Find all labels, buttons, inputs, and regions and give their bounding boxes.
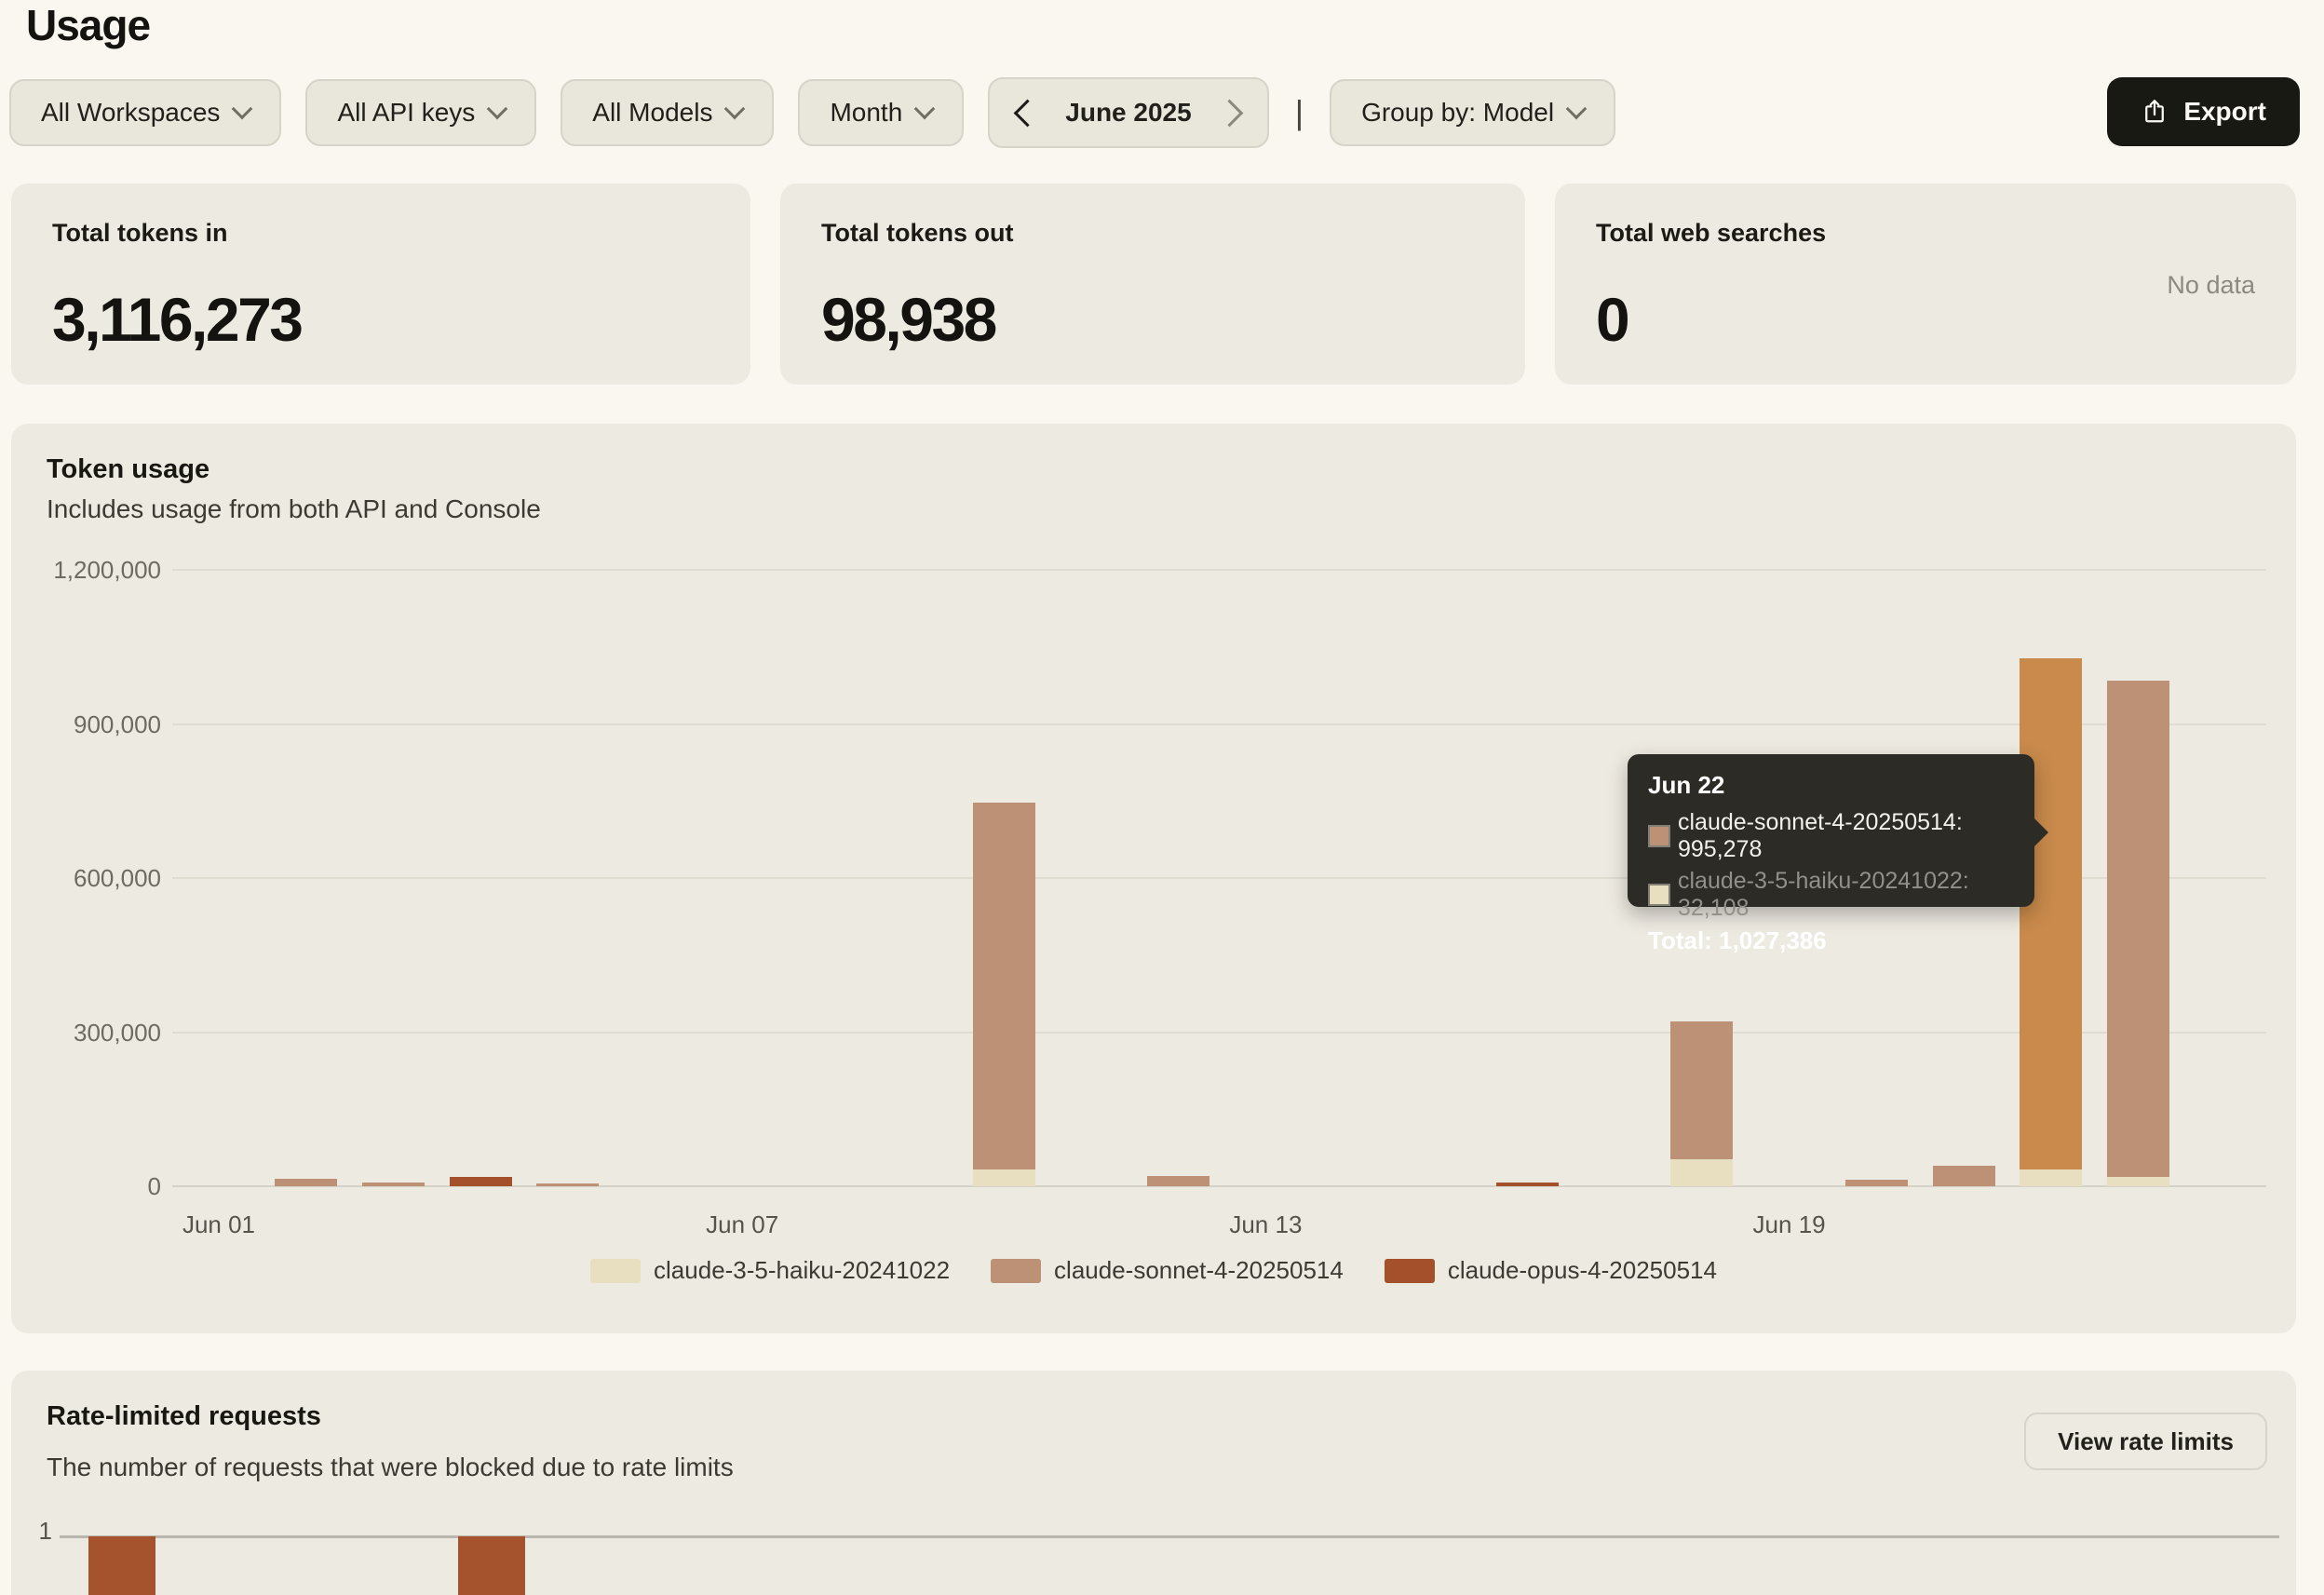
token-bar-segment[interactable] [2020, 1169, 2082, 1186]
chevron-down-icon [232, 99, 253, 120]
legend-item: claude-3-5-haiku-20241022 [590, 1256, 950, 1285]
chart-tooltip: Jun 22 claude-sonnet-4-20250514: 995,278… [1628, 754, 2034, 907]
tooltip-row-text: claude-3-5-haiku-20241022: 32,108 [1678, 868, 2014, 922]
legend-item: claude-sonnet-4-20250514 [991, 1256, 1344, 1285]
export-button-label: Export [2183, 97, 2266, 127]
y-axis-tick-label: 1,200,000 [11, 555, 161, 585]
chevron-down-icon [487, 99, 508, 120]
workspaces-filter[interactable]: All Workspaces [9, 79, 281, 146]
rate-limited-chart: 1 [11, 1371, 2296, 1595]
stat-value: 3,116,273 [52, 284, 301, 355]
token-bar-segment[interactable] [973, 1169, 1035, 1186]
x-axis-tick-label: Jun 07 [668, 1210, 817, 1239]
token-usage-card: Token usage Includes usage from both API… [11, 424, 2296, 1333]
toolbar-divider: | [1293, 93, 1305, 132]
stat-value: 98,938 [821, 284, 995, 355]
tooltip-row: claude-sonnet-4-20250514: 995,278 [1648, 809, 2014, 863]
gridline [172, 1032, 2266, 1034]
models-filter[interactable]: All Models [561, 79, 774, 146]
tooltip-arrow [2034, 818, 2048, 847]
y-axis-tick-label: 900,000 [11, 710, 161, 739]
models-filter-label: All Models [592, 98, 712, 128]
legend-item: claude-opus-4-20250514 [1385, 1256, 1717, 1285]
token-bar-segment[interactable] [1670, 1159, 1733, 1186]
x-axis-tick-label: Jun 19 [1715, 1210, 1864, 1239]
sonnet-swatch-icon [1648, 825, 1670, 847]
rate-limited-card: Rate-limited requests The number of requ… [11, 1371, 2296, 1595]
export-button[interactable]: Export [2107, 77, 2300, 146]
token-bar-segment[interactable] [1933, 1166, 1995, 1186]
gridline [172, 723, 2266, 725]
rate-y-tick-label: 1 [11, 1517, 52, 1546]
token-bar-segment[interactable] [2107, 1177, 2169, 1186]
legend-label: claude-3-5-haiku-20241022 [654, 1256, 950, 1285]
chevron-right-icon[interactable] [1215, 99, 1243, 127]
y-axis-tick-label: 600,000 [11, 863, 161, 893]
chevron-down-icon [724, 99, 746, 120]
workspaces-filter-label: All Workspaces [41, 98, 220, 128]
token-bar-segment[interactable] [1496, 1183, 1559, 1186]
stat-card-tokens-in: Total tokens in 3,116,273 [11, 183, 750, 385]
stat-card-web-searches: Total web searches No data 0 [1555, 183, 2296, 385]
y-axis-tick-label: 0 [11, 1171, 161, 1201]
stat-card-tokens-out: Total tokens out 98,938 [780, 183, 1525, 385]
api-keys-filter-label: All API keys [337, 98, 475, 128]
token-bar-segment[interactable] [2107, 681, 2169, 1177]
token-bar-segment[interactable] [1845, 1180, 1908, 1186]
chevron-left-icon[interactable] [1014, 99, 1042, 127]
group-by-label: Group by: Model [1361, 98, 1554, 128]
legend-swatch-icon [590, 1259, 641, 1283]
token-bar-segment[interactable] [362, 1183, 425, 1187]
token-bar-segment[interactable] [973, 803, 1035, 1169]
y-axis-tick-label: 300,000 [11, 1018, 161, 1048]
token-bar-segment[interactable] [1147, 1176, 1209, 1186]
legend-swatch-icon [1385, 1259, 1435, 1283]
tooltip-row-text: claude-sonnet-4-20250514: 995,278 [1678, 809, 2014, 863]
legend-swatch-icon [991, 1259, 1041, 1283]
rate-axis-line [60, 1535, 2279, 1538]
token-bar-segment[interactable] [450, 1177, 512, 1186]
tooltip-title: Jun 22 [1648, 771, 2014, 800]
chart-legend: claude-3-5-haiku-20241022 claude-sonnet-4… [11, 1256, 2296, 1285]
page-title: Usage [26, 0, 150, 50]
period-filter[interactable]: Month [798, 79, 964, 146]
x-axis-tick-label: Jun 13 [1191, 1210, 1340, 1239]
stat-label: Total tokens in [52, 219, 228, 248]
usage-page: Usage All Workspaces All API keys All Mo… [0, 0, 2324, 1595]
date-range-label: June 2025 [1065, 98, 1191, 128]
rate-limited-bar[interactable] [88, 1536, 155, 1595]
token-bar-segment[interactable] [1670, 1021, 1733, 1159]
rate-limited-bar[interactable] [458, 1536, 525, 1595]
tooltip-total: Total: 1,027,386 [1648, 926, 2014, 955]
stat-label: Total web searches [1596, 219, 1826, 248]
no-data-label: No data [2167, 271, 2255, 300]
x-axis-tick-label: Jun 01 [144, 1210, 293, 1239]
chevron-down-icon [1566, 99, 1588, 120]
stat-value: 0 [1596, 284, 1628, 355]
legend-label: claude-opus-4-20250514 [1448, 1256, 1717, 1285]
token-bar-segment[interactable] [275, 1179, 337, 1186]
stat-label: Total tokens out [821, 219, 1014, 248]
legend-label: claude-sonnet-4-20250514 [1054, 1256, 1344, 1285]
date-navigator[interactable]: June 2025 [988, 77, 1268, 148]
filter-toolbar: All Workspaces All API keys All Models M… [9, 79, 1615, 146]
token-bar-segment[interactable] [536, 1183, 599, 1186]
api-keys-filter[interactable]: All API keys [305, 79, 536, 146]
haiku-swatch-icon [1648, 884, 1670, 906]
group-by-filter[interactable]: Group by: Model [1330, 79, 1615, 146]
export-icon [2141, 98, 2169, 126]
gridline [172, 569, 2266, 571]
token-bar-segment[interactable] [2020, 658, 2082, 1169]
tooltip-row: claude-3-5-haiku-20241022: 32,108 [1648, 868, 2014, 922]
chevron-down-icon [914, 99, 936, 120]
period-filter-label: Month [830, 98, 902, 128]
